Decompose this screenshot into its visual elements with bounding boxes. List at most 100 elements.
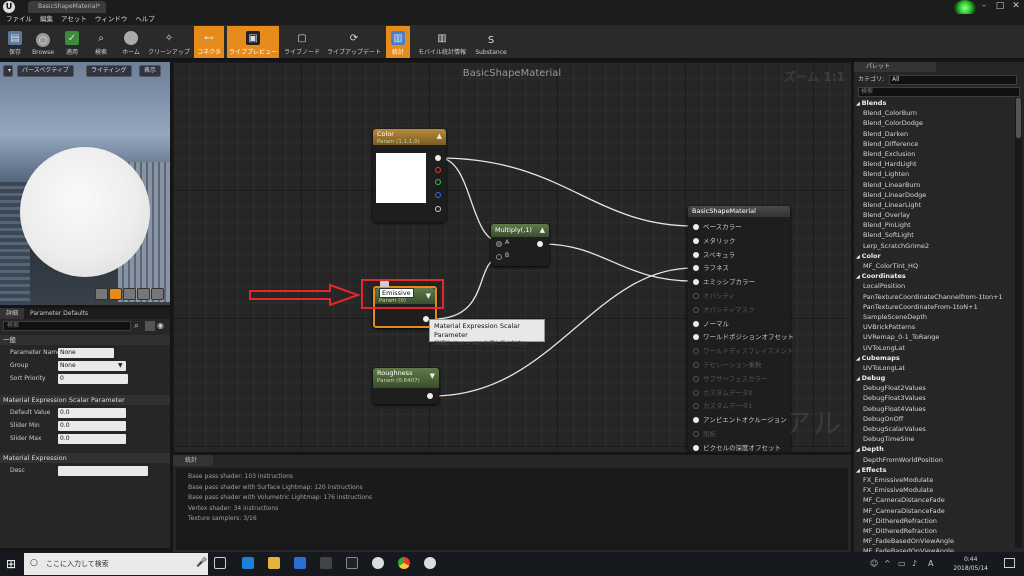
- palette-item[interactable]: UVRemap_0-1_ToRange: [856, 332, 1014, 342]
- input-pin-dot[interactable]: [693, 334, 699, 341]
- material-result-node[interactable]: BasicShapeMaterial ベースカラー メタリック スペキュラ ラフネスエ…: [688, 206, 794, 452]
- live-nodes-button[interactable]: ▢ ライブノード: [282, 26, 322, 58]
- eye-icon[interactable]: ◉: [157, 321, 164, 330]
- collapse-icon[interactable]: ▲: [437, 132, 442, 140]
- material-input-pin[interactable]: ピクセルの深度オフセット: [693, 443, 781, 452]
- input-pin-dot[interactable]: [693, 375, 699, 382]
- palette-category[interactable]: ◢ Blends: [856, 98, 1014, 108]
- palette-item[interactable]: Blend_ColorBurn: [856, 108, 1014, 118]
- input-pin-dot[interactable]: [693, 444, 699, 451]
- palette-category[interactable]: ◢ Cubemaps: [856, 353, 1014, 363]
- material-input-pin[interactable]: ワールドディスプレイスメント: [693, 346, 793, 356]
- output-pin-g[interactable]: [435, 179, 441, 185]
- input-pin-dot[interactable]: [693, 265, 699, 272]
- input-pin-dot[interactable]: [693, 237, 699, 244]
- output-pin-b[interactable]: [435, 192, 441, 198]
- material-graph[interactable]: BasicShapeMaterial ズーム 1:1 マテリアル ColorPa…: [173, 62, 851, 452]
- palette-item[interactable]: DebugTimeSine: [856, 434, 1014, 444]
- palette-item[interactable]: Lerp_ScratchGrime2: [856, 241, 1014, 251]
- unreal-editor-icon[interactable]: [424, 557, 436, 569]
- palette-category[interactable]: ◢ Debug: [856, 373, 1014, 383]
- slider-max-field[interactable]: 0.0: [58, 434, 126, 444]
- input-pin-dot[interactable]: [693, 431, 699, 437]
- menu-edit[interactable]: 編集: [40, 14, 53, 25]
- palette-item[interactable]: Blend_ColorDodge: [856, 118, 1014, 128]
- show-button[interactable]: 表示: [139, 65, 162, 77]
- palette-item[interactable]: Blend_Overlay: [856, 210, 1014, 220]
- substance-button[interactable]: S Substance: [474, 26, 508, 58]
- save-button[interactable]: ▤ 保存: [4, 26, 26, 58]
- details-search-input[interactable]: 検索: [3, 321, 131, 331]
- input-pin-dot[interactable]: [693, 320, 699, 327]
- sphere-icon[interactable]: [109, 288, 122, 300]
- material-input-pin[interactable]: ベースカラー: [693, 222, 742, 232]
- palette-item[interactable]: Blend_Darken: [856, 129, 1014, 139]
- stats-button[interactable]: ▥ 統計: [386, 26, 410, 58]
- live-update-button[interactable]: ⟳ ライブアップデート: [326, 26, 382, 58]
- material-input-pin[interactable]: サブサーフェスカラー: [693, 374, 768, 384]
- palette-item[interactable]: LocalPosition: [856, 281, 1014, 291]
- palette-item[interactable]: PanTextureCoordinateFrom-1toN+1: [856, 302, 1014, 312]
- roughness-param-node[interactable]: Roughness Param (0.6407) ▼: [373, 368, 439, 404]
- output-pin[interactable]: [427, 393, 433, 399]
- tab-parameter-defaults[interactable]: Parameter Defaults: [24, 308, 94, 319]
- mobile-stats-button[interactable]: ▥ モバイル統計情報: [414, 26, 470, 58]
- file-explorer-icon[interactable]: [268, 557, 280, 569]
- palette-item[interactable]: FX_EmissiveModulate: [856, 475, 1014, 485]
- teapot-icon[interactable]: [151, 288, 164, 300]
- output-pin-rgb[interactable]: [435, 155, 441, 161]
- mail-icon[interactable]: [320, 557, 332, 569]
- palette-category[interactable]: ◢ Coordinates: [856, 271, 1014, 281]
- sort-priority-field[interactable]: 0: [58, 374, 128, 384]
- close-icon[interactable]: ✕: [1008, 0, 1024, 14]
- material-input-pin[interactable]: カスタムデータ0: [693, 388, 753, 398]
- action-center-icon[interactable]: [1004, 558, 1015, 568]
- store-icon[interactable]: [294, 557, 306, 569]
- param-name-field[interactable]: None: [58, 348, 114, 358]
- material-input-pin[interactable]: メタリック: [693, 236, 736, 246]
- palette-category[interactable]: ◢ Effects: [856, 465, 1014, 475]
- home-button[interactable]: ホーム: [118, 26, 144, 58]
- microphone-icon[interactable]: 🎤: [196, 558, 207, 568]
- live-preview-button[interactable]: ▣ ライブプレビュー: [227, 26, 279, 58]
- palette-item[interactable]: Blend_HardLight: [856, 159, 1014, 169]
- palette-item[interactable]: DebugFloat2Values: [856, 383, 1014, 393]
- output-pin-a[interactable]: [435, 206, 441, 212]
- people-icon[interactable]: ☺: [870, 559, 878, 568]
- input-pin-dot[interactable]: [693, 306, 699, 313]
- output-pin-r[interactable]: [435, 167, 441, 173]
- input-pin-b[interactable]: [496, 254, 502, 260]
- input-pin-dot[interactable]: [693, 417, 699, 424]
- palette-category[interactable]: ◢ Depth: [856, 444, 1014, 454]
- palette-item[interactable]: MF_DitheredRefraction: [856, 516, 1014, 526]
- desc-field[interactable]: [58, 466, 148, 476]
- palette-item[interactable]: Blend_LinearDodge: [856, 190, 1014, 200]
- palette-item[interactable]: DepthFromWorldPosition: [856, 455, 1014, 465]
- menu-window[interactable]: ウィンドウ: [95, 14, 128, 25]
- cleanup-button[interactable]: ✧ クリーンアップ: [147, 26, 191, 58]
- lighting-button[interactable]: ライティング: [86, 65, 132, 77]
- grid-view-icon[interactable]: [145, 321, 155, 331]
- palette-item[interactable]: Blend_Lighten: [856, 169, 1014, 179]
- palette-item[interactable]: DebugOnOff: [856, 414, 1014, 424]
- category-select[interactable]: All: [889, 75, 1017, 85]
- input-pin-dot[interactable]: [693, 279, 699, 286]
- palette-scrollbar[interactable]: [1015, 98, 1022, 548]
- collapse-icon[interactable]: ▼: [430, 372, 435, 380]
- perspective-button[interactable]: パースペクティブ: [17, 65, 74, 77]
- menu-asset[interactable]: アセット: [61, 14, 87, 25]
- slider-min-field[interactable]: 0.0: [58, 421, 126, 431]
- material-input-pin[interactable]: スペキュラ: [693, 250, 735, 260]
- unreal-editor-icon[interactable]: [372, 557, 384, 569]
- material-input-pin[interactable]: カスタムデータ1: [693, 401, 753, 411]
- network-icon[interactable]: ▭: [898, 559, 906, 568]
- palette-item[interactable]: MF_ColorTint_HQ: [856, 261, 1014, 271]
- palette-item[interactable]: Blend_Difference: [856, 139, 1014, 149]
- palette-item[interactable]: Blend_SoftLight: [856, 230, 1014, 240]
- tab-details[interactable]: 詳細: [0, 308, 25, 319]
- default-value-field[interactable]: 0.0: [58, 408, 126, 418]
- input-pin-dot[interactable]: [693, 293, 699, 299]
- windows-start-icon[interactable]: ⊞: [6, 557, 16, 571]
- palette-item[interactable]: MF_CameraDistanceFade: [856, 506, 1014, 516]
- input-pin-dot[interactable]: [693, 403, 699, 410]
